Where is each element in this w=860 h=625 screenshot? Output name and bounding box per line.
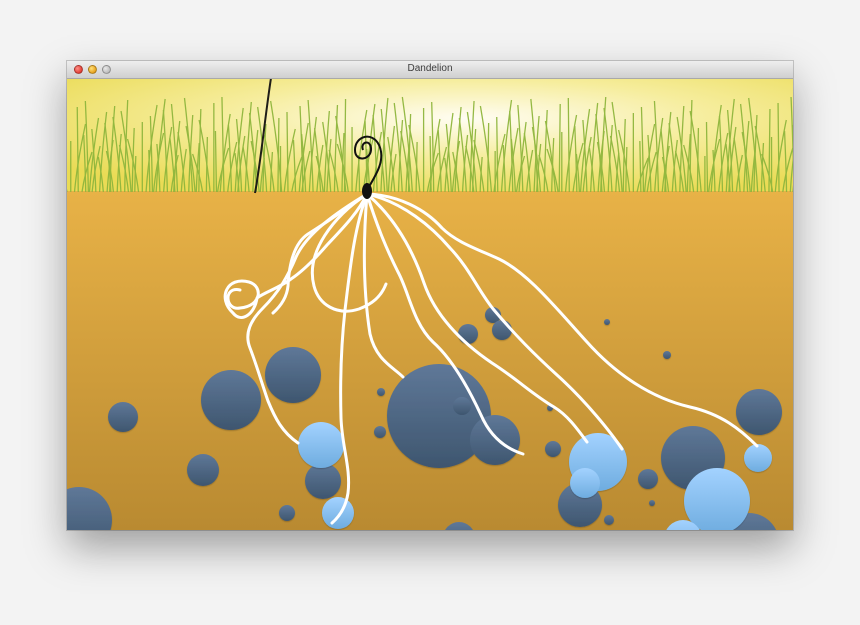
light-bubble[interactable] [322,497,354,529]
dark-bubble[interactable] [736,389,782,435]
dark-bubble[interactable] [492,320,512,340]
dark-bubble[interactable] [638,469,658,489]
dark-bubble[interactable] [604,319,610,325]
dark-bubble[interactable] [265,347,321,403]
game-scene[interactable] [67,78,793,530]
sky-background [67,78,793,193]
dark-bubble[interactable] [201,370,261,430]
light-bubble[interactable] [744,444,772,472]
dark-bubble[interactable] [108,402,138,432]
dark-bubble[interactable] [374,426,386,438]
dark-bubble[interactable] [458,324,478,344]
dark-bubble[interactable] [377,388,385,396]
dandelion-window: Dandelion [67,61,793,530]
window-titlebar: Dandelion [67,61,793,79]
dark-bubble[interactable] [663,351,671,359]
seed-body [362,183,372,199]
dark-bubble[interactable] [279,505,295,521]
window-title: Dandelion [407,63,453,74]
light-bubble[interactable] [570,468,600,498]
dark-bubble[interactable] [187,454,219,486]
dark-bubble[interactable] [649,500,655,506]
dark-bubble[interactable] [305,463,341,499]
dark-bubble[interactable] [470,415,520,465]
dark-bubble[interactable] [545,441,561,457]
dark-bubble[interactable] [604,515,614,525]
dark-bubble[interactable] [453,397,471,415]
light-bubble[interactable] [298,422,344,468]
